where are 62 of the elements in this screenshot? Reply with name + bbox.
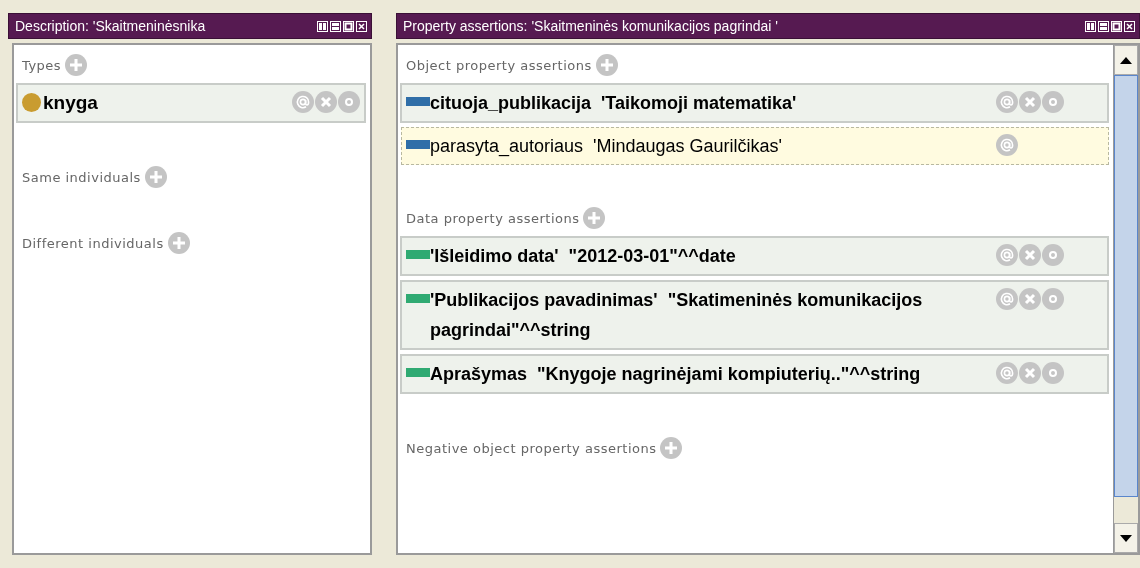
property-icon <box>406 140 430 149</box>
section-label: Data property assertions <box>406 210 580 226</box>
assertion-text: cituoja_publikacija 'Taikomoji matematika' <box>430 92 798 115</box>
assertion-text: parasyta_autoriaus 'Mindaugas Gaurilčikas' <box>430 135 784 159</box>
assertion-text: Aprašymas "Knygoje nagrinėjami kompiuterių.."^^string <box>430 363 922 386</box>
class-icon <box>22 93 41 112</box>
add-icon[interactable] <box>65 54 88 76</box>
delete-icon[interactable] <box>1019 244 1041 266</box>
add-icon[interactable] <box>583 207 606 229</box>
add-icon[interactable] <box>660 437 683 459</box>
minimize-icon[interactable] <box>1098 20 1109 32</box>
annotate-icon[interactable] <box>996 91 1018 113</box>
maximize-icon[interactable] <box>1111 20 1122 32</box>
assertion-text: 'Išleidimo data' "2012-03-01"^^date <box>430 245 737 268</box>
annotate-icon[interactable] <box>996 134 1018 156</box>
maximize-icon[interactable] <box>343 20 354 32</box>
edit-icon[interactable] <box>1042 288 1064 310</box>
assertion-row[interactable]: 'Publikacijos pavadinimas' "Skatimeninės komunikacijos pagrindai"^^string <box>400 280 1109 350</box>
assertion-row[interactable]: parasyta_autoriaus 'Mindaugas Gaurilčikas' <box>401 127 1109 165</box>
panel-title: Property assertions: 'Skaitmeninės komunikacijos pagrindai ' <box>403 18 778 34</box>
assertion-text: 'Publikacijos pavadinimas' "Skatimeninės komunikacijos pagrindai"^^string <box>430 289 924 342</box>
scrollbar[interactable] <box>1113 45 1138 553</box>
delete-icon[interactable] <box>1019 362 1041 384</box>
assertion-text: knyga <box>43 91 99 115</box>
section-label: Negative object property assertions <box>406 440 657 456</box>
scroll-down-button[interactable] <box>1114 523 1138 553</box>
assertion-row[interactable]: Aprašymas "Knygoje nagrinėjami kompiuterių.."^^string <box>400 354 1109 394</box>
edit-icon[interactable] <box>1042 244 1064 266</box>
edit-icon[interactable] <box>338 91 360 113</box>
delete-icon[interactable] <box>1019 91 1041 113</box>
section-label: Different individuals <box>22 235 164 251</box>
annotate-icon[interactable] <box>292 91 314 113</box>
section-label: Types <box>22 57 62 73</box>
section-label: Same individuals <box>22 169 141 185</box>
minimize-icon[interactable] <box>330 20 341 32</box>
assertion-row[interactable]: knyga <box>16 83 366 123</box>
annotate-icon[interactable] <box>996 288 1018 310</box>
panel-title: Description: 'Skaitmeninėsnika <box>15 18 206 34</box>
property-icon <box>406 97 430 106</box>
delete-icon[interactable] <box>315 91 337 113</box>
property-icon <box>406 368 430 377</box>
up-arrow-icon[interactable] <box>1120 56 1132 64</box>
property-icon <box>406 294 430 303</box>
annotate-icon[interactable] <box>996 362 1018 384</box>
scroll-thumb[interactable] <box>1114 75 1138 497</box>
add-icon[interactable] <box>167 232 190 254</box>
scroll-up-button[interactable] <box>1114 45 1138 75</box>
add-icon[interactable] <box>144 166 167 188</box>
assertion-row[interactable]: cituoja_publikacija 'Taikomoji matematika' <box>400 83 1109 123</box>
down-arrow-icon[interactable] <box>1120 534 1132 542</box>
close-icon[interactable] <box>1124 20 1135 32</box>
close-icon[interactable] <box>356 20 367 32</box>
edit-icon[interactable] <box>1042 91 1064 113</box>
section-label: Object property assertions <box>406 57 592 73</box>
split-view-icon[interactable] <box>1085 20 1096 32</box>
assertion-row[interactable]: 'Išleidimo data' "2012-03-01"^^date <box>400 236 1109 276</box>
property-icon <box>406 250 430 259</box>
add-icon[interactable] <box>595 54 618 76</box>
delete-icon[interactable] <box>1019 288 1041 310</box>
annotate-icon[interactable] <box>996 244 1018 266</box>
split-view-icon[interactable] <box>317 20 328 32</box>
edit-icon[interactable] <box>1042 362 1064 384</box>
